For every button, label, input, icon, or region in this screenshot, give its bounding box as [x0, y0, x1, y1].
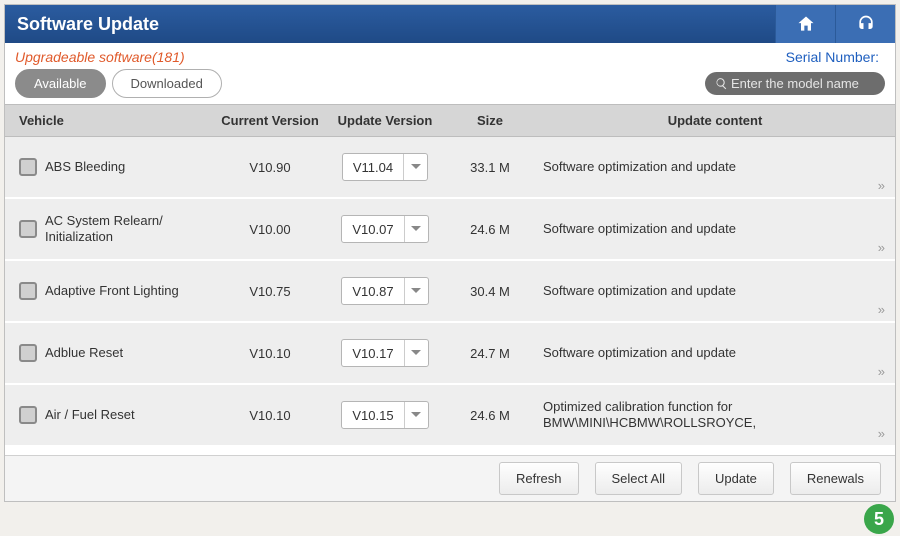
- table-row: Adblue Reset V10.10 V10.17 24.7 MSoftware o…: [5, 323, 895, 385]
- more-icon[interactable]: »: [878, 302, 885, 317]
- col-header-update: Update Version: [325, 113, 445, 128]
- update-content: Software optimization and update: [535, 283, 895, 299]
- more-icon[interactable]: »: [878, 364, 885, 379]
- col-header-content: Update content: [535, 113, 895, 128]
- update-version-select[interactable]: V10.15: [341, 401, 428, 429]
- col-header-current: Current Version: [215, 113, 325, 128]
- more-icon[interactable]: »: [878, 178, 885, 193]
- update-version-select[interactable]: V10.17: [341, 339, 428, 367]
- page-title: Software Update: [17, 14, 775, 35]
- home-icon: [796, 14, 816, 34]
- size-value: 33.1 M: [445, 160, 535, 175]
- chevron-down-icon: [404, 402, 428, 428]
- footer-bar: Refresh Select All Update Renewals: [5, 455, 895, 501]
- chevron-down-icon: [404, 278, 428, 304]
- row-checkbox[interactable]: [19, 344, 37, 362]
- step-badge: 5: [864, 504, 894, 534]
- vehicle-name: Adaptive Front Lighting: [45, 283, 179, 299]
- table-row: ABS Bleeding V10.90 V11.04 33.1 MSoftware o…: [5, 137, 895, 199]
- table-row: Adaptive Front Lighting V10.75 V10.87 30.4 …: [5, 261, 895, 323]
- row-checkbox[interactable]: [19, 220, 37, 238]
- vehicle-name: Air / Fuel Reset: [45, 407, 135, 423]
- search-box[interactable]: [705, 72, 885, 95]
- update-version-value: V10.07: [342, 222, 403, 237]
- update-version-select[interactable]: V10.07: [341, 215, 428, 243]
- serial-number-label: Serial Number:: [786, 49, 879, 65]
- update-version-value: V10.17: [342, 346, 403, 361]
- refresh-button[interactable]: Refresh: [499, 462, 579, 495]
- size-value: 24.6 M: [445, 222, 535, 237]
- current-version: V10.00: [215, 222, 325, 237]
- renewals-button[interactable]: Renewals: [790, 462, 881, 495]
- table-row: AC System Relearn/ Initialization V10.00 V…: [5, 199, 895, 261]
- upgradeable-count: Upgradeable software(181): [15, 49, 786, 65]
- update-content: Software optimization and update: [535, 345, 895, 361]
- tab-available[interactable]: Available: [15, 69, 106, 98]
- update-button[interactable]: Update: [698, 462, 774, 495]
- current-version: V10.90: [215, 160, 325, 175]
- update-version-select[interactable]: V10.87: [341, 277, 428, 305]
- row-checkbox[interactable]: [19, 158, 37, 176]
- table-row: Air / Fuel Reset V10.10 V10.15 24.6 MOptimi…: [5, 385, 895, 447]
- support-button[interactable]: [835, 5, 895, 43]
- table-header: Vehicle Current Version Update Version S…: [5, 104, 895, 137]
- more-icon[interactable]: »: [878, 240, 885, 255]
- chevron-down-icon: [404, 216, 428, 242]
- select-all-button[interactable]: Select All: [595, 462, 682, 495]
- row-checkbox[interactable]: [19, 406, 37, 424]
- vehicle-name: AC System Relearn/ Initialization: [45, 213, 163, 244]
- current-version: V10.10: [215, 346, 325, 361]
- sub-bar: Upgradeable software(181) Serial Number:: [5, 43, 895, 69]
- vehicle-name: Adblue Reset: [45, 345, 123, 361]
- home-button[interactable]: [775, 5, 835, 43]
- size-value: 30.4 M: [445, 284, 535, 299]
- search-input[interactable]: [731, 76, 875, 91]
- update-content: Software optimization and update: [535, 159, 895, 175]
- current-version: V10.75: [215, 284, 325, 299]
- update-content: Software optimization and update: [535, 221, 895, 237]
- tab-downloaded[interactable]: Downloaded: [112, 69, 222, 98]
- headset-icon: [856, 14, 876, 34]
- col-header-vehicle: Vehicle: [5, 113, 215, 128]
- size-value: 24.7 M: [445, 346, 535, 361]
- current-version: V10.10: [215, 408, 325, 423]
- more-icon[interactable]: »: [878, 426, 885, 441]
- update-version-value: V10.87: [342, 284, 403, 299]
- update-version-select[interactable]: V11.04: [342, 153, 428, 181]
- title-bar: Software Update: [5, 5, 895, 43]
- search-icon: [715, 77, 728, 90]
- tab-row: Available Downloaded: [5, 69, 895, 104]
- chevron-down-icon: [403, 154, 427, 180]
- vehicle-name: ABS Bleeding: [45, 159, 125, 175]
- size-value: 24.6 M: [445, 408, 535, 423]
- chevron-down-icon: [404, 340, 428, 366]
- col-header-size: Size: [445, 113, 535, 128]
- update-version-value: V11.04: [343, 160, 403, 175]
- update-content: Optimized calibration function for BMW\M…: [535, 399, 895, 432]
- row-checkbox[interactable]: [19, 282, 37, 300]
- update-version-value: V10.15: [342, 408, 403, 423]
- table-body: ABS BleedingV10.90V11.0433.1 MSoftware o…: [5, 137, 895, 455]
